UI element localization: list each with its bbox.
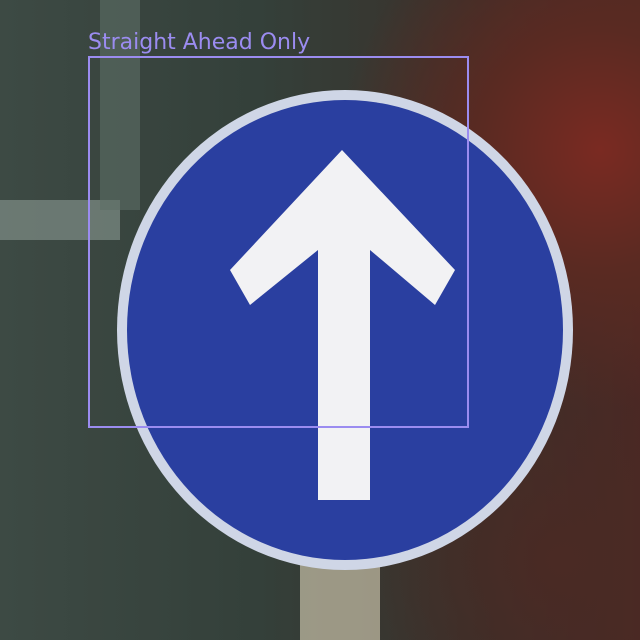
sign-post: [300, 560, 380, 640]
bounding-box: [88, 56, 469, 428]
bounding-box-label: Straight Ahead Only: [88, 30, 311, 55]
